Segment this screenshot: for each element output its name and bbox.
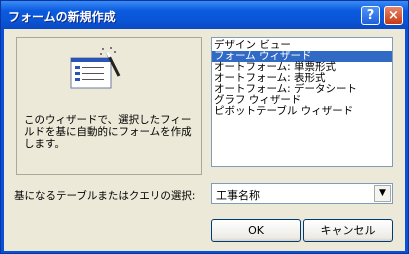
preview-panel: このウィザードで、選択したフィールドを基に自動的にフォームを作成します。 xyxy=(16,37,202,175)
close-button[interactable]: × xyxy=(384,6,403,25)
cancel-button[interactable]: キャンセル xyxy=(303,219,393,242)
close-icon: × xyxy=(388,8,399,23)
dialog-window: フォームの新規作成 ? × このウィザードで、選択したフィールドを基に自動的にフ… xyxy=(0,0,409,254)
chevron-down-icon[interactable]: ▼ xyxy=(374,185,391,202)
help-icon: ? xyxy=(366,8,375,23)
wizard-description: このウィザードで、選択したフィールドを基に自動的にフォームを作成します。 xyxy=(24,114,192,150)
title-bar[interactable]: フォームの新規作成 ? × xyxy=(1,1,408,29)
window-title: フォームの新規作成 xyxy=(8,10,116,24)
form-wizard-icon xyxy=(70,47,121,89)
help-button[interactable]: ? xyxy=(361,6,380,25)
source-combobox[interactable]: 工事名称 ▼ xyxy=(211,183,393,204)
list-item[interactable]: ピボットテーブル ウィザード xyxy=(212,106,392,117)
source-label: 基になるテーブルまたはクエリの選択: xyxy=(14,190,196,202)
dialog-body: このウィザードで、選択したフィールドを基に自動的にフォームを作成します。 デザイ… xyxy=(4,29,405,251)
ok-button[interactable]: OK xyxy=(211,219,301,242)
form-type-list[interactable]: デザイン ビュー フォーム ウィザード オートフォーム: 単票形式 オートフォーム: … xyxy=(211,37,393,167)
source-value: 工事名称 xyxy=(216,189,260,202)
